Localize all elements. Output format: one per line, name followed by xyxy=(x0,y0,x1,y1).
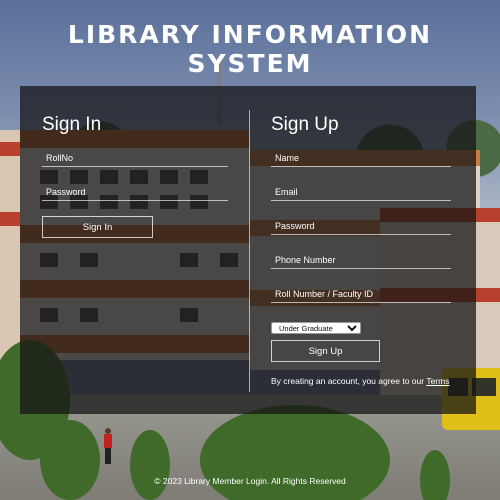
footer-copyright: © 2023 Library Member Login. All Rights … xyxy=(154,476,346,486)
terms-link[interactable]: Terms xyxy=(426,376,449,386)
terms-text: By creating an account, you agree to our xyxy=(271,376,427,386)
email-input[interactable] xyxy=(271,183,451,201)
rollid-field xyxy=(271,284,451,303)
signup-password-field xyxy=(271,216,451,235)
rollid-input[interactable] xyxy=(271,285,451,303)
phone-input[interactable] xyxy=(271,251,451,269)
tree xyxy=(130,430,170,500)
category-select-wrap: Under Graduate xyxy=(271,318,361,334)
signin-heading: Sign In xyxy=(42,114,102,135)
tree xyxy=(40,420,100,500)
rollno-field xyxy=(42,148,228,167)
signin-password-field xyxy=(42,182,228,201)
signup-button[interactable]: Sign Up xyxy=(271,340,380,362)
signup-password-input[interactable] xyxy=(271,217,451,235)
signup-heading: Sign Up xyxy=(271,114,339,135)
email-field xyxy=(271,182,451,201)
signin-button[interactable]: Sign In xyxy=(42,216,153,238)
terms-notice: By creating an account, you agree to our… xyxy=(271,376,471,386)
name-input[interactable] xyxy=(271,149,451,167)
signin-password-input[interactable] xyxy=(42,183,228,201)
form-divider xyxy=(249,110,250,392)
site-title: LIBRARY INFORMATION SYSTEM xyxy=(67,20,433,78)
person xyxy=(104,428,112,466)
category-select[interactable]: Under Graduate xyxy=(271,322,361,334)
rollno-input[interactable] xyxy=(42,149,228,167)
name-field xyxy=(271,148,451,167)
phone-field xyxy=(271,250,451,269)
auth-panel: Sign In Sign In Sign Up Under Graduate S… xyxy=(20,86,476,414)
